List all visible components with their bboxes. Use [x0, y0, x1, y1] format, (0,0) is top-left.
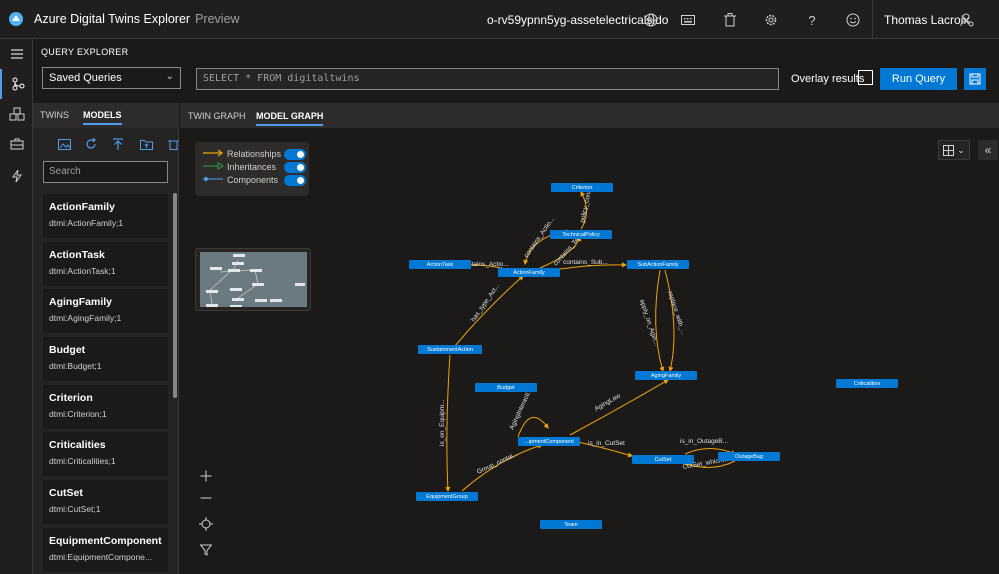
- keyboard-icon[interactable]: [678, 10, 698, 30]
- model-id: dtmi:Criticalities;1: [49, 456, 116, 466]
- edge-apply-on-agin: [655, 269, 665, 372]
- tab-models[interactable]: MODELS: [83, 110, 122, 125]
- graph-explorer-icon[interactable]: [0, 69, 33, 99]
- node-criticalities[interactable]: Criticalities: [836, 379, 898, 388]
- edge-is-on-equipm: [445, 354, 451, 492]
- edge-label-contains-sub: contains_Sub...: [563, 259, 608, 266]
- hamburger-menu-icon[interactable]: [0, 39, 33, 69]
- preview-label: Preview: [195, 12, 240, 26]
- node-action-task[interactable]: ActionTask: [409, 260, 471, 269]
- tab-twins[interactable]: TWINS: [40, 110, 69, 120]
- delete-icon[interactable]: [720, 10, 740, 30]
- model-id: dtmi:Criterion;1: [49, 409, 107, 419]
- saved-queries-dropdown[interactable]: Saved Queries ⌄: [42, 67, 181, 89]
- saved-queries-label: Saved Queries: [49, 72, 122, 84]
- model-item-cutset[interactable]: CutSet dtmi:CutSet;1: [43, 480, 168, 524]
- settings-gear-icon[interactable]: [761, 10, 781, 30]
- model-item-actiontask[interactable]: ActionTask dtmi:ActionTask;1: [43, 242, 168, 286]
- model-name: Criticalities: [49, 439, 106, 451]
- chevron-down-icon: ⌄: [165, 71, 174, 82]
- top-bar: Azure Digital Twins Explorer Preview o-r…: [0, 0, 999, 39]
- lightning-bolt-icon[interactable]: [0, 161, 33, 191]
- edge-aging-aw: [569, 379, 669, 436]
- model-item-equipmentcomponent[interactable]: EquipmentComponent dtmi:EquipmentCompone…: [43, 528, 168, 572]
- model-name: ActionTask: [49, 249, 105, 261]
- edge-label-is-in-outage: is_in_OutageB...: [680, 438, 728, 445]
- edge-group-contai: [461, 443, 543, 492]
- model-id: dtmi:CutSet;1: [49, 504, 101, 514]
- model-id: dtmi:Budget;1: [49, 361, 102, 371]
- model-id: dtmi:EquipmentCompone...: [49, 552, 152, 562]
- query-explorer-title: QUERY EXPLORER: [41, 47, 129, 57]
- upload-model-icon[interactable]: [109, 136, 127, 152]
- graph-edges: policy_conta... contains_Actio... contai…: [439, 181, 736, 492]
- tab-model-graph[interactable]: MODEL GRAPH: [256, 111, 324, 126]
- node-sustainment-action[interactable]: SustainmentAction: [418, 345, 482, 354]
- edge-label-is-on-equipm: is_on_Equipm...: [439, 399, 446, 446]
- edge-label-replace-with: replace_with_...: [666, 290, 687, 336]
- model-name: AgingFamily: [49, 296, 113, 308]
- left-navigation-rail: [0, 39, 33, 574]
- query-input[interactable]: SELECT * FROM digitaltwins: [196, 68, 779, 90]
- edge-replace-with: [664, 269, 675, 372]
- models-panel-tabs: TWINS MODELS: [33, 103, 179, 128]
- model-item-criterion[interactable]: Criterion dtmi:Criterion;1: [43, 385, 168, 429]
- model-name: CutSet: [49, 487, 83, 499]
- toolbox-icon[interactable]: [0, 129, 33, 159]
- edge-label-is-in-cutset: is_in_CutSet: [588, 440, 625, 447]
- node-budget[interactable]: Budget: [475, 383, 537, 392]
- edge-label-group-contai: Group_contai...: [476, 451, 519, 476]
- user-account-icon[interactable]: [957, 10, 977, 30]
- node-cut-set[interactable]: CutSet: [632, 455, 694, 464]
- edge-label-has-type-act: has_type_Act...: [470, 282, 502, 323]
- app-title: Azure Digital Twins Explorer: [34, 12, 191, 26]
- model-id: dtmi:ActionTask;1: [49, 266, 116, 276]
- model-graph-canvas[interactable]: Relationships Inheritances Components ⌄ …: [180, 128, 999, 574]
- edge-has-type-act: [454, 275, 524, 347]
- model-name: Criterion: [49, 392, 93, 404]
- node-team[interactable]: Team: [540, 520, 602, 529]
- model-search-input[interactable]: Search: [43, 161, 168, 183]
- upload-folder-icon[interactable]: [137, 136, 155, 152]
- edge-label-aging-interac: AgingInteracti...: [508, 387, 534, 431]
- overlay-results-label: Overlay results: [791, 73, 865, 85]
- tab-twin-graph[interactable]: TWIN GRAPH: [188, 111, 246, 121]
- edge-label-aging-aw: AgingLaw: [594, 392, 622, 412]
- feedback-smiley-icon[interactable]: [843, 10, 863, 30]
- run-query-button[interactable]: Run Query: [880, 68, 957, 90]
- model-item-criticalities[interactable]: Criticalities dtmi:Criticalities;1: [43, 432, 168, 476]
- azure-digital-twins-logo-icon: [0, 0, 32, 39]
- edge-aging-interac: [517, 417, 549, 438]
- model-id: dtmi:AgingFamily;1: [49, 313, 122, 323]
- overlay-results-checkbox[interactable]: [858, 70, 873, 85]
- graph-tabs: TWIN GRAPH MODEL GRAPH: [180, 103, 999, 128]
- model-name: Budget: [49, 344, 86, 356]
- node-technical-policy[interactable]: TechnicalPolicy: [550, 230, 612, 239]
- node-criterion[interactable]: Criterion: [551, 183, 613, 192]
- models-panel: TWINS MODELS Search ActionFamily dtmi:Ac…: [33, 103, 179, 574]
- node-equipment-component[interactable]: ...ipmentComponent: [518, 437, 580, 446]
- refresh-icon[interactable]: [82, 136, 100, 152]
- edge-label-apply-on-agin: apply_on_Agin...: [638, 298, 660, 346]
- model-item-agingfamily[interactable]: AgingFamily dtmi:AgingFamily;1: [43, 289, 168, 333]
- help-icon[interactable]: ?: [802, 10, 822, 30]
- save-query-icon[interactable]: [964, 68, 986, 90]
- query-explorer: QUERY EXPLORER Saved Queries ⌄ SELECT * …: [33, 39, 999, 103]
- model-item-budget[interactable]: Budget dtmi:Budget;1: [43, 337, 168, 381]
- node-equipment-group[interactable]: EquipmentGroup: [416, 492, 478, 501]
- model-name: ActionFamily: [49, 201, 115, 213]
- node-action-family[interactable]: ActionFamily: [498, 268, 560, 277]
- node-aging-family[interactable]: AgingFamily: [635, 371, 697, 380]
- globe-icon[interactable]: [641, 10, 661, 30]
- models-scrollbar[interactable]: [173, 193, 177, 398]
- model-item-actionfamily[interactable]: ActionFamily dtmi:ActionFamily;1: [43, 194, 168, 238]
- model-id: dtmi:ActionFamily;1: [49, 218, 124, 228]
- model-name: EquipmentComponent: [49, 535, 162, 547]
- user-separator: [872, 0, 873, 39]
- model-graph-cubes-icon[interactable]: [0, 99, 33, 129]
- node-sub-action-family[interactable]: SubActionFamily: [627, 260, 689, 269]
- node-outage-bag[interactable]: OutageBag: [718, 452, 780, 461]
- view-model-image-icon[interactable]: [55, 136, 73, 152]
